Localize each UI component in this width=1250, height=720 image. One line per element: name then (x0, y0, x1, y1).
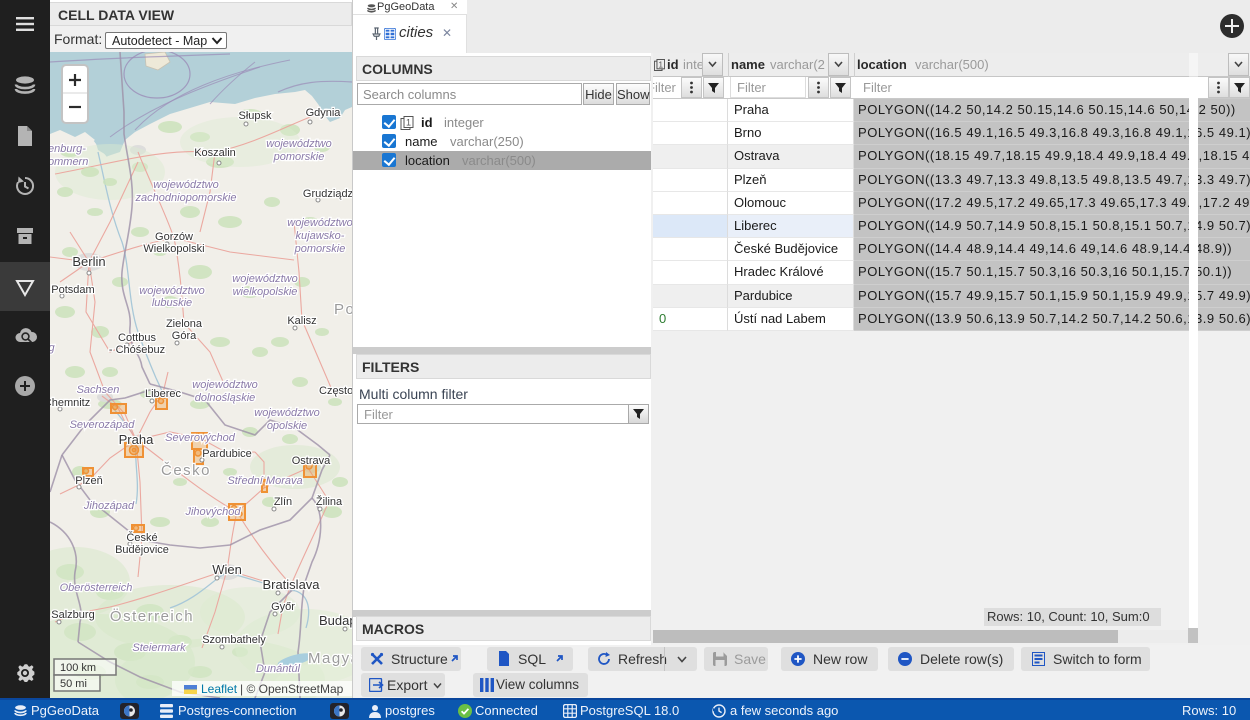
svg-text:Severozápad: Severozápad (70, 419, 136, 431)
svg-text:Plzeň: Plzeň (75, 475, 103, 487)
svg-text:województwo: województwo (232, 273, 297, 285)
svg-text:50 mi: 50 mi (60, 678, 87, 690)
svg-text:Góra: Góra (172, 330, 197, 342)
svg-text:Gdynia: Gdynia (306, 107, 342, 119)
svg-text:Słupsk: Słupsk (238, 110, 272, 122)
svg-text:Dunántúl: Dunántúl (256, 663, 301, 675)
svg-text:Grudziądz: Grudziądz (303, 188, 352, 200)
svg-text:České: České (126, 531, 157, 544)
svg-text:Jihozápad: Jihozápad (83, 500, 135, 512)
svg-text:województwo: województwo (287, 217, 352, 229)
svg-text:Koszalin: Koszalin (194, 147, 236, 159)
svg-text:Severovýchod: Severovýchod (165, 432, 236, 444)
svg-text:Střední Morava: Střední Morava (227, 475, 302, 487)
svg-text:Częstochowa: Częstochowa (319, 385, 352, 397)
svg-text:ommern: ommern (50, 156, 88, 168)
svg-text:lubuskie: lubuskie (152, 297, 192, 309)
svg-text:Liberec: Liberec (145, 388, 182, 400)
svg-text:Zlín: Zlín (274, 496, 292, 508)
svg-text:Budějovice: Budějovice (115, 544, 169, 556)
svg-text:Ostrava: Ostrava (292, 455, 331, 467)
svg-text:Kalisz: Kalisz (287, 315, 316, 327)
svg-text:województwo: województwo (254, 407, 319, 419)
svg-text:Oberösterreich: Oberösterreich (60, 582, 133, 594)
svg-text:województwo: województwo (192, 379, 257, 391)
svg-text:Gorzów: Gorzów (155, 231, 193, 243)
svg-text:Pardubice: Pardubice (202, 448, 252, 460)
svg-text:Magyarország: Magyarország (308, 650, 352, 667)
svg-text:Steiermark: Steiermark (132, 642, 186, 654)
svg-text:Polska: Polska (334, 301, 352, 318)
svg-text:1: 1 (658, 60, 663, 70)
svg-text:Berlin: Berlin (72, 254, 105, 269)
svg-text:| © OpenStreetMap: | © OpenStreetMap (240, 682, 344, 696)
svg-text:pomorskie: pomorskie (273, 151, 325, 163)
svg-text:województwo: województwo (153, 179, 218, 191)
svg-text:Zielona: Zielona (166, 318, 203, 330)
svg-text:Jihovýchod: Jihovýchod (184, 506, 241, 518)
svg-text:Praha: Praha (119, 432, 154, 447)
svg-text:województwo: województwo (266, 138, 331, 150)
svg-text:wielkopolskie: wielkopolskie (233, 286, 298, 298)
svg-text:- Chóśebuz: - Chóśebuz (109, 344, 165, 356)
svg-text:Szombathely: Szombathely (202, 634, 266, 646)
svg-text:enburg-: enburg- (50, 143, 86, 155)
svg-text:Budapest: Budapest (319, 613, 352, 628)
svg-text:Salzburg: Salzburg (51, 609, 94, 621)
svg-text:1: 1 (406, 118, 411, 128)
svg-text:Wielkopolski: Wielkopolski (143, 243, 204, 255)
svg-text:Österreich: Österreich (110, 607, 194, 625)
svg-text:Leaflet: Leaflet (201, 682, 238, 696)
svg-text:100 km: 100 km (60, 662, 96, 674)
svg-text:Sachsen: Sachsen (77, 384, 120, 396)
svg-text:Potsdam: Potsdam (51, 284, 94, 296)
svg-text:kujawsko-: kujawsko- (296, 230, 345, 242)
svg-text:Győr: Győr (271, 601, 295, 613)
svg-text:Bratislava: Bratislava (262, 577, 320, 592)
svg-text:Žilina: Žilina (316, 495, 343, 508)
svg-text:Chemnitz: Chemnitz (50, 397, 90, 409)
svg-text:województwo: województwo (139, 285, 204, 297)
svg-text:Wien: Wien (212, 562, 242, 577)
svg-text:pomorskie: pomorskie (294, 243, 346, 255)
svg-text:Česko: Česko (161, 462, 211, 479)
svg-text:opolskie: opolskie (267, 420, 307, 432)
svg-text:dolnośląskie: dolnośląskie (195, 392, 256, 404)
svg-text:zachodniopomorskie: zachodniopomorskie (135, 192, 237, 204)
svg-text:Cottbus: Cottbus (118, 332, 156, 344)
